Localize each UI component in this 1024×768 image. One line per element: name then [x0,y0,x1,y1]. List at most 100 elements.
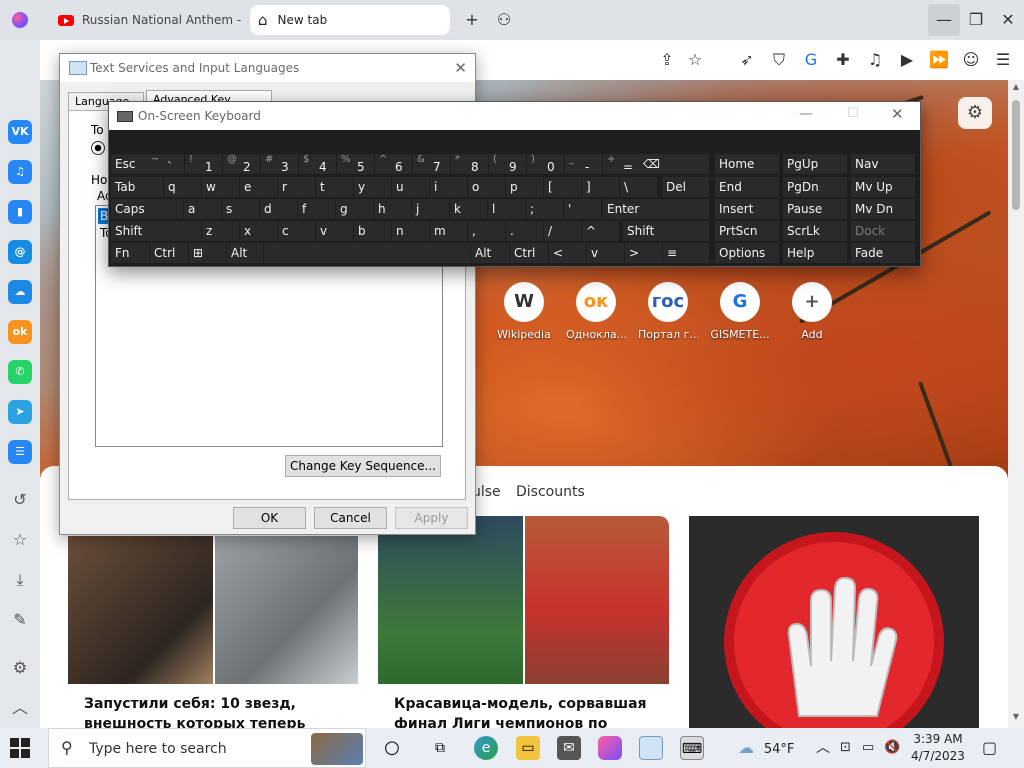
scroll-down-icon[interactable]: ▼ [1008,712,1024,726]
osk-key[interactable]: + = [603,154,640,174]
osk-key[interactable]: Dock [851,221,915,241]
osk-key[interactable]: @2 [223,154,260,174]
display-icon[interactable]: ▭ [862,728,874,768]
ad-card[interactable] [689,516,979,728]
osk-key[interactable]: r [278,177,315,197]
osk-key[interactable]: v [587,243,624,263]
feed-tab-pulse[interactable]: ulse [472,484,501,500]
osk-key[interactable]: [ [544,177,581,197]
osk-key[interactable]: ⊞ [189,243,226,263]
bookmark-star-icon[interactable]: ☆ [683,48,707,72]
osk-key[interactable]: q [164,177,201,197]
sidebar-app-whatsapp-icon[interactable]: ✆ [8,360,32,384]
osk-key[interactable]: Ctrl [510,243,548,263]
close-icon[interactable]: ✕ [454,59,467,77]
file-explorer-icon[interactable]: ▭ [516,736,540,760]
osk-key[interactable]: f [298,199,335,219]
feed-tab-discounts[interactable]: Discounts [516,484,585,500]
windows-start-icon[interactable] [10,738,30,758]
osk-key[interactable]: g [336,199,373,219]
osk-key[interactable]: Nav [851,154,915,174]
browser-logo-icon[interactable] [12,12,28,28]
shortcut-tile[interactable]: ок Однокла... [566,282,626,341]
osk-key[interactable]: x [240,221,277,241]
sidebar-app-list-icon[interactable]: ☰ [8,440,32,464]
language-settings-icon[interactable] [639,736,663,760]
osk-key[interactable]: Esc [111,154,147,174]
maximize-icon[interactable]: ☐ [847,106,859,121]
close-window-button[interactable]: ✕ [992,4,1024,36]
weather-widget[interactable]: ☁ 54°F [738,728,794,768]
osk-key[interactable]: * 8 [451,154,488,174]
edge-icon[interactable]: e [474,736,498,760]
osk-key[interactable]: ~ ` [147,154,184,174]
osk-key[interactable]: Mv Dn [851,199,915,219]
sidebar-app-music-icon[interactable]: ♫ [8,160,32,184]
osk-key[interactable]: ≡ [663,243,709,263]
osk-key[interactable]: o [468,177,505,197]
osk-key[interactable]: Fn [111,243,149,263]
osk-key[interactable]: ⌫ [639,154,709,174]
osk-key[interactable]: Shift [111,221,201,241]
clock[interactable]: 3:39 AM 4/7/2023 [906,731,970,765]
close-icon[interactable]: ✕ [891,105,904,123]
browser-app-icon[interactable] [598,736,622,760]
sidebar-app-telegram-icon[interactable]: ➤ [8,400,32,424]
osk-key[interactable]: n [392,221,429,241]
osk-key[interactable]: ScrLk [783,221,847,241]
favorites-star-icon[interactable]: ☆ [8,528,32,552]
osk-key[interactable]: v [316,221,353,241]
osk-key[interactable]: b [354,221,391,241]
restore-button[interactable]: ❐ [960,4,992,36]
tab-new-tab[interactable]: ⌂ New tab [250,5,450,35]
osk-key[interactable]: k [450,199,487,219]
collapse-chevron-icon[interactable]: ︿ [8,696,32,720]
account-icon[interactable]: ☺ [959,48,983,72]
network-icon[interactable]: ⊡ [840,728,851,768]
shortcut-tile[interactable]: G GISMETE... [710,282,770,341]
osk-key[interactable]: Home [715,154,779,174]
news-card[interactable]: Запустили себя: 10 звезд, внешность кото… [68,516,358,728]
sidebar-app-mail-icon[interactable]: @ [8,240,32,264]
shortcut-tile[interactable]: W Wikipedia [494,282,554,341]
osk-key[interactable]: Enter [603,199,709,219]
osk-key[interactable]: , [468,221,505,241]
osk-key[interactable]: Alt [227,243,263,263]
osk-key[interactable]: i [430,177,467,197]
shortcut-tile[interactable]: гос Портал г... [638,282,698,341]
scroll-thumb[interactable] [1012,100,1020,210]
new-tab-plus-icon[interactable]: + [460,8,484,32]
apply-button[interactable]: Apply [395,507,468,529]
osk-key[interactable]: d [260,199,297,219]
osk-key[interactable]: Insert [715,199,779,219]
osk-key[interactable]: PgDn [783,177,847,197]
radio-button[interactable] [91,141,105,155]
osk-key[interactable]: w [202,177,239,197]
osk-key[interactable]: Tab [111,177,163,197]
osk-key[interactable]: PrtScn [715,221,779,241]
osk-key[interactable]: Help [783,243,847,263]
download-icon[interactable]: ⤓ [8,568,32,592]
translate-icon[interactable]: G [799,48,823,72]
osk-key[interactable]: Caps [111,199,183,219]
sidebar-app-stats-icon[interactable]: ▮ [8,200,32,224]
osk-key[interactable]: h [374,199,411,219]
osk-key[interactable]: (9 [489,154,526,174]
osk-key[interactable]: $4 [299,154,336,174]
play-icon[interactable]: ▶ [895,48,919,72]
osk-key[interactable]: Shift [623,221,709,241]
osk-key[interactable]: Options [715,243,779,263]
osk-key[interactable]: > [625,243,662,263]
osk-key[interactable]: & 7 [413,154,450,174]
osk-key[interactable]: a [184,199,221,219]
osk-key[interactable]: z [202,221,239,241]
osk-key[interactable]: _ - [565,154,602,174]
page-scrollbar[interactable]: ▲ ▼ [1008,80,1024,728]
osk-key[interactable]: c [278,221,315,241]
osk-key[interactable]: % 5 [337,154,374,174]
osk-key[interactable]: Alt [471,243,509,263]
osk-key[interactable]: p [506,177,543,197]
osk-key[interactable]: u [392,177,429,197]
menu-icon[interactable]: ☰ [991,48,1015,72]
osk-key[interactable]: ) 0 [527,154,564,174]
